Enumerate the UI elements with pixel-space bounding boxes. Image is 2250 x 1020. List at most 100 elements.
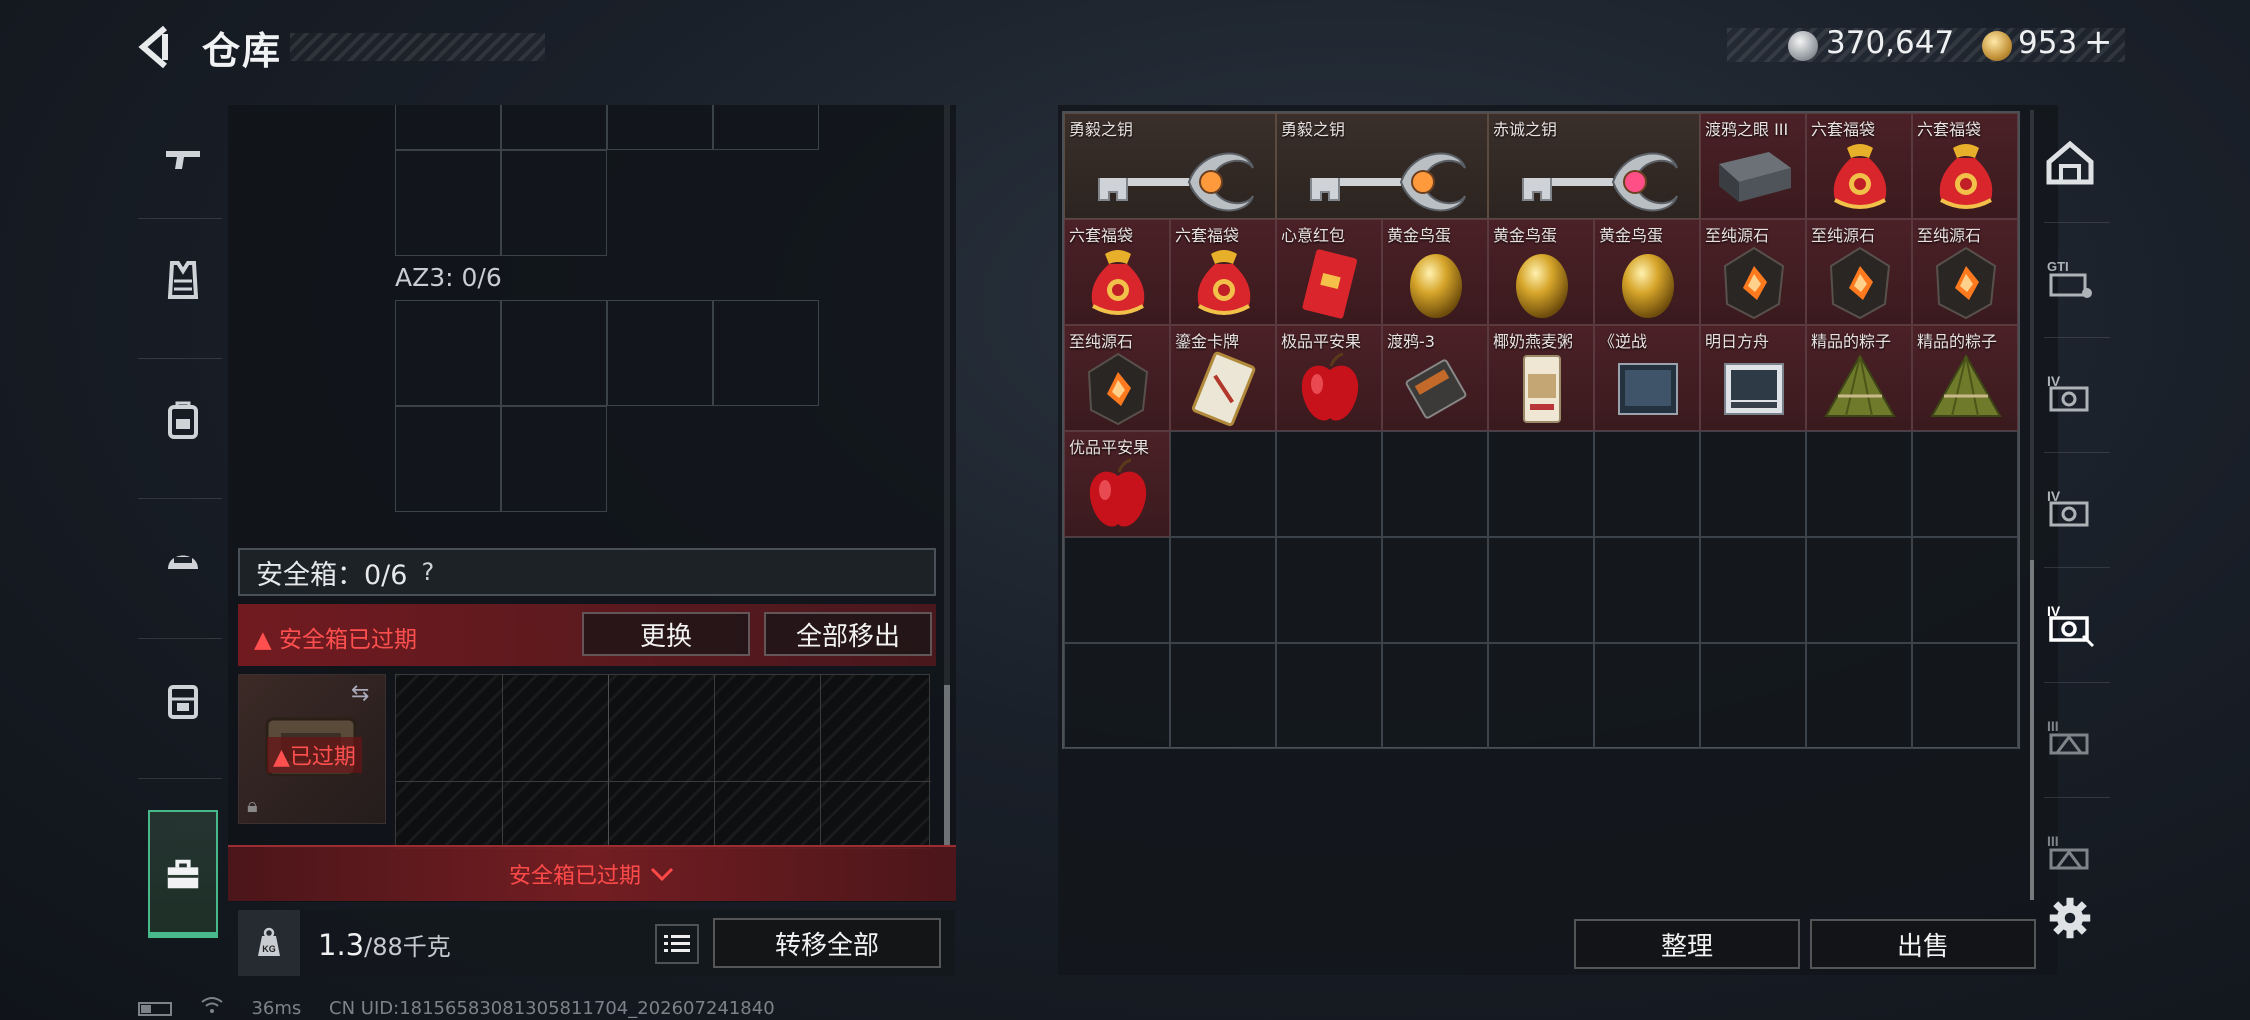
storage-item[interactable]: 黄金鸟蛋 bbox=[1594, 219, 1700, 325]
empty-slot[interactable] bbox=[1912, 431, 2018, 537]
storage-item[interactable]: 黄金鸟蛋 bbox=[1382, 219, 1488, 325]
category-guns[interactable] bbox=[138, 100, 228, 220]
storage-item[interactable]: 鎏金卡牌 bbox=[1170, 325, 1276, 431]
storage-item[interactable]: 勇毅之钥 bbox=[1276, 113, 1488, 219]
back-button[interactable] bbox=[135, 22, 185, 72]
equipment-panel: AZ3: 0/6 安全箱：0/6 ? ▲ 安全箱已过期 更换 全部移出 ▲已过期… bbox=[228, 105, 956, 902]
storage-item[interactable]: 《逆战 bbox=[1594, 325, 1700, 431]
empty-slot[interactable] bbox=[1594, 431, 1700, 537]
storage-item[interactable]: 至纯源石 bbox=[1700, 219, 1806, 325]
sort-button[interactable]: 整理 bbox=[1574, 919, 1800, 969]
storage-item[interactable]: 勇毅之钥 bbox=[1064, 113, 1276, 219]
zongzi-icon bbox=[1807, 348, 1911, 430]
az3-container-grid bbox=[395, 300, 823, 512]
replace-button[interactable]: 更换 bbox=[582, 612, 750, 656]
az3-slot[interactable] bbox=[607, 300, 713, 406]
empty-slot[interactable] bbox=[1382, 643, 1488, 749]
empty-slot[interactable] bbox=[1700, 643, 1806, 749]
storage-item[interactable]: 渡鸦-3 bbox=[1382, 325, 1488, 431]
storage-item[interactable]: 至纯源石 bbox=[1064, 325, 1170, 431]
storage-item[interactable]: 心意红包 bbox=[1276, 219, 1382, 325]
empty-slot[interactable] bbox=[1488, 431, 1594, 537]
empty-slot[interactable] bbox=[1806, 537, 1912, 643]
storage-tab-2[interactable]: GTI bbox=[2030, 225, 2110, 335]
chest-rig-icon bbox=[168, 685, 198, 719]
empty-slot[interactable] bbox=[1806, 431, 1912, 537]
storage-tab-7[interactable]: III bbox=[2030, 800, 2110, 910]
empty-slot[interactable] bbox=[1912, 537, 2018, 643]
safe-box-slot[interactable]: ▲已过期 ⇆ 🔒︎ bbox=[238, 674, 386, 824]
expired-footer-text: 安全箱已过期 bbox=[508, 864, 641, 889]
settings-button[interactable] bbox=[2048, 896, 2098, 946]
category-helmet[interactable] bbox=[138, 500, 228, 620]
item-label: 心意红包 bbox=[1281, 226, 1346, 245]
move-all-out-button[interactable]: 全部移出 bbox=[764, 612, 932, 656]
iii-storage-icon: III bbox=[2043, 711, 2097, 769]
expired-warning-text: 安全箱已过期 bbox=[279, 627, 417, 653]
storage-tab-4[interactable]: IV bbox=[2030, 455, 2110, 565]
storage-tab-1[interactable] bbox=[2030, 110, 2110, 220]
empty-slot[interactable] bbox=[1170, 643, 1276, 749]
az3-slot[interactable] bbox=[395, 300, 501, 406]
empty-slot[interactable] bbox=[1912, 643, 2018, 749]
item-label: 六套福袋 bbox=[1811, 120, 1876, 139]
empty-slot[interactable] bbox=[1170, 537, 1276, 643]
sell-button[interactable]: 出售 bbox=[1810, 919, 2036, 969]
storage-item[interactable]: 六套福袋 bbox=[1806, 113, 1912, 219]
list-view-button[interactable] bbox=[655, 924, 699, 964]
empty-slot[interactable] bbox=[1382, 431, 1488, 537]
tab-divider bbox=[2044, 797, 2110, 798]
safe-box-expired-footer[interactable]: 安全箱已过期 bbox=[228, 845, 956, 901]
storage-item[interactable]: 精品的粽子 bbox=[1806, 325, 1912, 431]
empty-slot[interactable] bbox=[1594, 537, 1700, 643]
storage-item[interactable]: 六套福袋 bbox=[1064, 219, 1170, 325]
add-currency-button[interactable]: + bbox=[2084, 22, 2113, 62]
storage-item[interactable]: 明日方舟 bbox=[1700, 325, 1806, 431]
storage-item[interactable]: 渡鸦之眼 III bbox=[1700, 113, 1806, 219]
empty-slot[interactable] bbox=[1700, 431, 1806, 537]
empty-slot[interactable] bbox=[1700, 537, 1806, 643]
empty-slot[interactable] bbox=[1064, 643, 1170, 749]
category-armor[interactable] bbox=[138, 220, 228, 340]
empty-slot[interactable] bbox=[1488, 643, 1594, 749]
empty-slot[interactable] bbox=[1382, 537, 1488, 643]
item-label: 渡鸦之眼 III bbox=[1705, 120, 1789, 139]
storage-tab-6[interactable]: III bbox=[2030, 685, 2110, 795]
tab-divider bbox=[2044, 452, 2110, 453]
empty-slot[interactable] bbox=[1276, 431, 1382, 537]
storage-tab-5[interactable]: IV bbox=[2030, 570, 2110, 680]
transfer-all-button[interactable]: 转移全部 bbox=[713, 918, 941, 968]
storage-tab-3[interactable]: IV bbox=[2030, 340, 2110, 450]
storage-item[interactable]: 六套福袋 bbox=[1170, 219, 1276, 325]
storage-item[interactable]: 赤诚之钥 bbox=[1488, 113, 1700, 219]
page-title: 仓库 bbox=[202, 29, 283, 73]
empty-slot[interactable] bbox=[1594, 643, 1700, 749]
empty-slot[interactable] bbox=[1806, 643, 1912, 749]
category-chest-rig[interactable] bbox=[138, 640, 228, 760]
gold-coin-icon bbox=[1982, 31, 2012, 61]
az3-slot[interactable] bbox=[395, 406, 501, 512]
az3-slot[interactable] bbox=[713, 300, 819, 406]
empty-slot[interactable] bbox=[1276, 643, 1382, 749]
storage-item[interactable]: 极品平安果 bbox=[1276, 325, 1382, 431]
az3-slot[interactable] bbox=[501, 406, 607, 512]
empty-slot[interactable] bbox=[1488, 537, 1594, 643]
storage-item[interactable]: 椰奶燕麦粥 bbox=[1488, 325, 1594, 431]
storage-item[interactable]: 黄金鸟蛋 bbox=[1488, 219, 1594, 325]
swap-icon[interactable]: ⇆ bbox=[351, 681, 369, 706]
category-safe-box[interactable] bbox=[148, 810, 218, 938]
storage-item[interactable]: 至纯源石 bbox=[1806, 219, 1912, 325]
storage-item[interactable]: 优品平安果 bbox=[1064, 431, 1170, 537]
empty-slot[interactable] bbox=[1064, 537, 1170, 643]
storage-item[interactable]: 精品的粽子 bbox=[1912, 325, 2018, 431]
left-panel-scrollbar-thumb[interactable] bbox=[944, 685, 950, 845]
item-label: 至纯源石 bbox=[1811, 226, 1876, 245]
source-stone-icon bbox=[1701, 242, 1805, 324]
safe-box-help-button[interactable]: ? bbox=[421, 558, 434, 586]
category-backpack[interactable] bbox=[138, 360, 228, 480]
storage-item[interactable]: 六套福袋 bbox=[1912, 113, 2018, 219]
empty-slot[interactable] bbox=[1170, 431, 1276, 537]
empty-slot[interactable] bbox=[1276, 537, 1382, 643]
az3-slot[interactable] bbox=[501, 300, 607, 406]
storage-item[interactable]: 至纯源石 bbox=[1912, 219, 2018, 325]
